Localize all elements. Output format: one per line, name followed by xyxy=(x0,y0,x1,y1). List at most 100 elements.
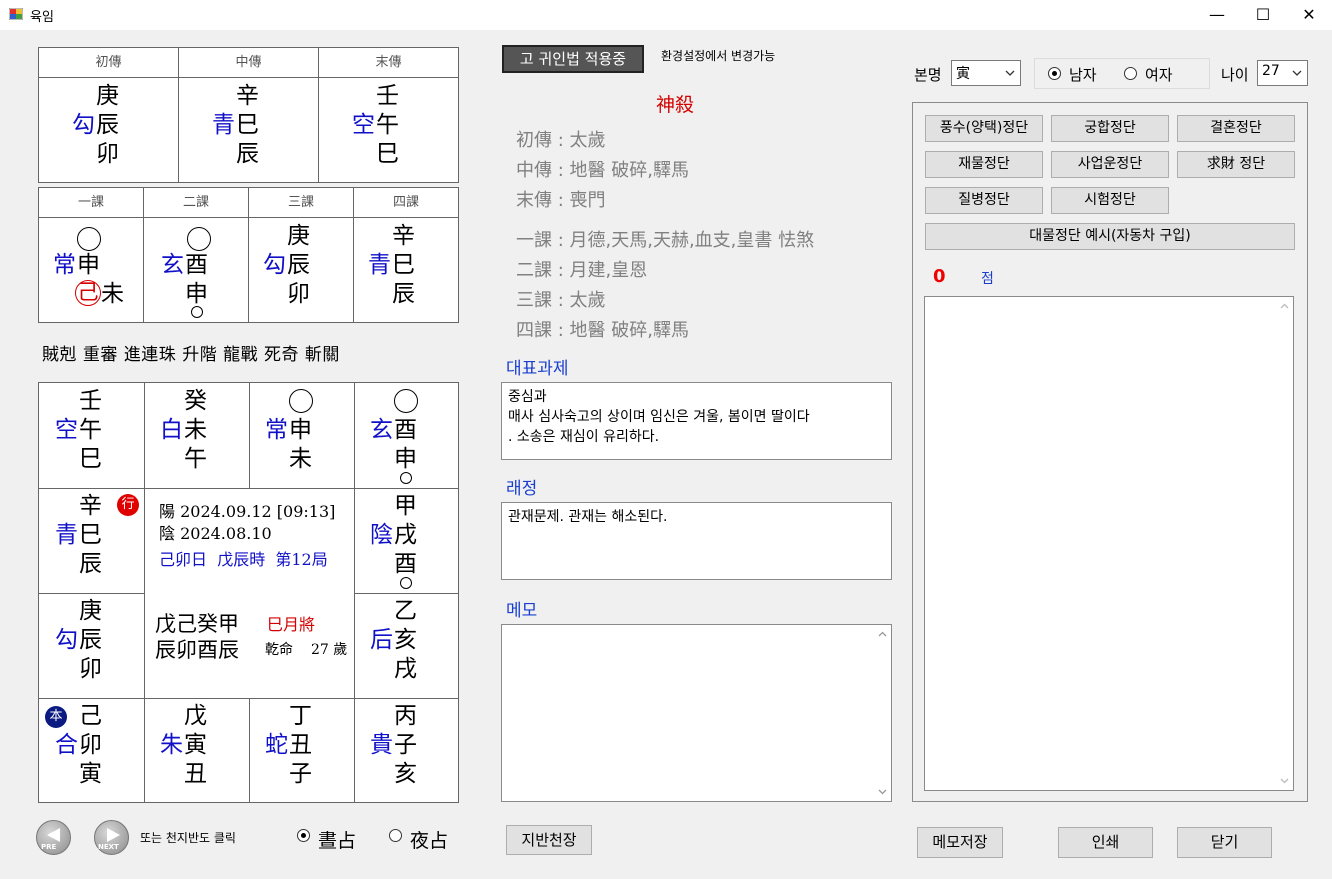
sike-cell[interactable]: 庚 勾 辰 卯 xyxy=(249,218,354,322)
minimize-button[interactable]: — xyxy=(1194,0,1240,30)
board-cell-chen[interactable]: 辛 行 青 巳 辰 xyxy=(39,488,144,593)
day-radio[interactable] xyxy=(297,829,310,842)
memo-textarea[interactable] xyxy=(501,624,892,802)
branch-bottom: 未 xyxy=(101,281,124,307)
benming-label: 본명 xyxy=(914,66,942,84)
stem: 辛 xyxy=(236,83,259,109)
exam-button[interactable]: 시험정단 xyxy=(1051,187,1169,214)
action-badge: 行 xyxy=(117,494,139,516)
branch: 巳 xyxy=(392,252,415,278)
board-cell-hai[interactable]: 丙 貴 子 亥 xyxy=(354,698,458,802)
general: 常 xyxy=(265,417,288,443)
marriage-button[interactable]: 결혼정단 xyxy=(1177,115,1295,142)
result-scrollbar[interactable] xyxy=(1276,297,1293,790)
board-cell-yin[interactable]: 本 己 合 卯 寅 xyxy=(39,698,144,802)
branch: 辰 xyxy=(79,627,102,653)
result-textarea[interactable] xyxy=(924,296,1294,791)
age-value: 27 xyxy=(1262,63,1280,79)
board-cell-mao[interactable]: 庚 勾 辰 卯 xyxy=(39,593,144,698)
sanchuan-header: 初傳 xyxy=(39,48,179,78)
jiban-button[interactable]: 지반천장 xyxy=(506,825,592,855)
qiucai-button[interactable]: 求財 정단 xyxy=(1177,151,1295,178)
benming-select[interactable]: 寅 xyxy=(951,60,1021,86)
male-label[interactable]: 남자 xyxy=(1069,64,1097,85)
day-label[interactable]: 晝占 xyxy=(318,826,356,853)
prev-button[interactable]: PRE xyxy=(36,820,71,855)
night-radio[interactable] xyxy=(389,829,402,842)
wealth-button[interactable]: 재물정단 xyxy=(925,151,1043,178)
stem: 壬 xyxy=(79,388,102,414)
memo-scrollbar[interactable] xyxy=(874,625,891,801)
female-label[interactable]: 여자 xyxy=(1145,64,1173,85)
branch: 辰 xyxy=(287,252,310,278)
void-circle xyxy=(187,227,211,251)
sike-cell[interactable]: 辛 青 巳 辰 xyxy=(354,218,458,322)
lai-textbox[interactable]: 관재문제. 관재는 해소된다. xyxy=(501,502,892,580)
sanchuan-cell[interactable]: 庚 勾 辰 卯 xyxy=(39,78,179,182)
print-button[interactable]: 인쇄 xyxy=(1058,827,1153,858)
next-button[interactable]: NEXT xyxy=(94,820,129,855)
sike-header: 四課 xyxy=(354,188,458,218)
maximize-button[interactable]: ☐ xyxy=(1240,0,1286,30)
male-radio[interactable] xyxy=(1048,67,1061,80)
close-button[interactable]: 닫기 xyxy=(1177,827,1272,858)
day-stem-marker: 己 xyxy=(75,280,101,306)
branch-bottom: 卯 xyxy=(96,141,119,167)
scroll-down-icon[interactable] xyxy=(1280,778,1289,784)
board-cell-si[interactable]: 壬 空 午 巳 xyxy=(39,383,144,488)
sanchuan-cell[interactable]: 壬 空 午 巳 xyxy=(319,78,458,182)
scroll-up-icon[interactable] xyxy=(1280,303,1289,309)
general: 后 xyxy=(370,627,393,653)
sike-cell[interactable]: 玄 酉 申 xyxy=(144,218,249,322)
guiin-button[interactable]: 고 귀인법 적용중 xyxy=(502,45,644,73)
branch-bottom: 辰 xyxy=(79,551,102,577)
branch: 辰 xyxy=(96,112,119,138)
branch-bottom: 午 xyxy=(184,446,207,472)
stem: 庚 xyxy=(96,83,119,109)
gunghap-button[interactable]: 궁합정단 xyxy=(1051,115,1169,142)
business-button[interactable]: 사업운정단 xyxy=(1051,151,1169,178)
branch: 巳 xyxy=(79,522,102,548)
example-button[interactable]: 대물정단 예시(자동차 구입) xyxy=(925,223,1295,250)
general: 玄 xyxy=(370,417,393,443)
stem: 甲 xyxy=(394,493,417,519)
general: 青 xyxy=(55,522,78,548)
board-cell-you[interactable]: 甲 陰 戌 酉 xyxy=(354,488,458,593)
branch-bottom: 卯 xyxy=(287,281,310,307)
tiandi-board[interactable]: 壬 空 午 巳 癸 白 未 午 常 申 未 玄 酉 申 辛 行 青 巳 辰 庚 … xyxy=(38,382,459,803)
close-window-button[interactable]: ✕ xyxy=(1286,0,1332,30)
sike-table[interactable]: 一課 二課 三課 四課 常 申 己 未 玄 酉 申 庚 勾 辰 卯 辛 青 巳 xyxy=(38,187,459,323)
illness-button[interactable]: 질병정단 xyxy=(925,187,1043,214)
sanchuan-cell[interactable]: 辛 青 巳 辰 xyxy=(179,78,319,182)
branch-bottom: 酉 xyxy=(394,551,417,577)
branch: 卯 xyxy=(79,732,102,758)
nav-hint: 또는 천지반도 클릭 xyxy=(140,831,236,845)
branch: 寅 xyxy=(184,732,207,758)
general: 白 xyxy=(160,417,183,443)
sike-cell[interactable]: 常 申 己 未 xyxy=(39,218,144,322)
branch-bottom: 申 xyxy=(394,446,417,472)
board-cell-chou[interactable]: 戊 朱 寅 丑 xyxy=(144,698,249,802)
night-label[interactable]: 夜占 xyxy=(410,826,448,853)
shensha-title: 神殺 xyxy=(656,94,695,116)
void-mark xyxy=(400,472,412,484)
age-select[interactable]: 27 xyxy=(1257,60,1308,86)
pillars-stems: 戊己癸甲 xyxy=(155,612,239,636)
save-memo-button[interactable]: 메모저장 xyxy=(917,827,1003,858)
board-cell-zi[interactable]: 丁 蛇 丑 子 xyxy=(249,698,354,802)
scroll-up-icon[interactable] xyxy=(878,631,887,637)
rep-textbox[interactable]: 중심과 매사 심사숙고의 상이며 임신은 겨울, 봄이면 딸이다 . 소송은 재… xyxy=(501,382,892,460)
score-unit: 점 xyxy=(981,271,994,287)
female-radio[interactable] xyxy=(1124,67,1137,80)
shensha-line: 末傳 : 喪門 xyxy=(516,190,606,211)
left-arrow-icon xyxy=(47,828,60,842)
board-cell-xu[interactable]: 乙 后 亥 戌 xyxy=(354,593,458,698)
scroll-down-icon[interactable] xyxy=(878,789,887,795)
general: 合 xyxy=(55,732,78,758)
fengshui-button[interactable]: 풍수(양택)정단 xyxy=(925,115,1043,142)
board-cell-wei[interactable]: 常 申 未 xyxy=(249,383,354,488)
hour-pillar: 戊辰時 xyxy=(217,550,266,569)
board-cell-wu[interactable]: 癸 白 未 午 xyxy=(144,383,249,488)
board-cell-shen[interactable]: 玄 酉 申 xyxy=(354,383,458,488)
sanchuan-table[interactable]: 初傳 中傳 末傳 庚 勾 辰 卯 辛 青 巳 辰 壬 空 午 巳 xyxy=(38,47,459,183)
